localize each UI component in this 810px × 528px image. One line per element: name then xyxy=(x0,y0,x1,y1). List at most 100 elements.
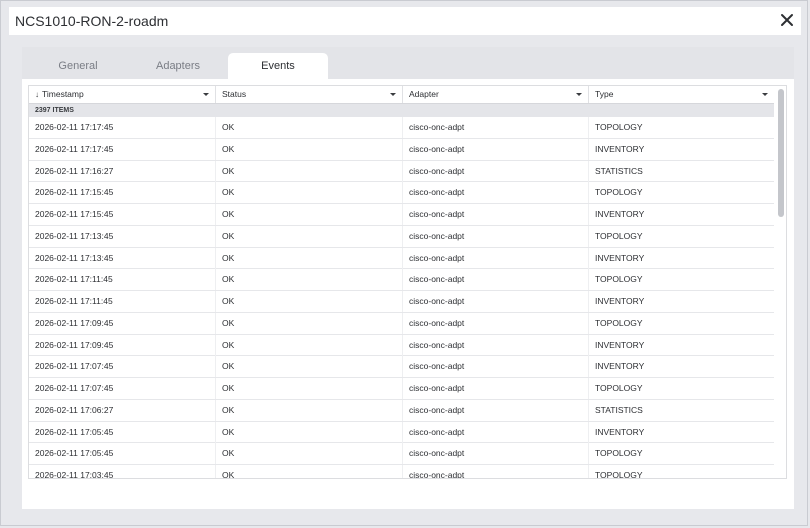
column-header-label: Type xyxy=(595,89,614,99)
adapter-cell: cisco-onc-adpt xyxy=(403,291,589,312)
table-row[interactable]: 2026-02-11 17:05:45 OK cisco-onc-adpt INVEN… xyxy=(29,421,774,444)
type-cell: INVENTORY xyxy=(595,361,645,372)
type-cell: TOPOLOGY xyxy=(595,274,643,285)
adapter-cell: cisco-onc-adpt xyxy=(403,443,589,465)
type-cell: TOPOLOGY xyxy=(595,448,643,459)
status-cell: OK xyxy=(216,291,403,312)
table-row[interactable]: 2026-02-11 17:15:45 OK cisco-onc-adpt INVEN… xyxy=(29,204,774,226)
type-cell: INVENTORY xyxy=(595,209,645,219)
timestamp-cell: 2026-02-11 17:03:45 xyxy=(29,465,216,478)
status-cell: OK xyxy=(216,443,403,465)
status-cell: OK xyxy=(216,269,403,291)
timestamp-cell: 2026-02-11 17:06:27 xyxy=(29,399,216,421)
status-cell: OK xyxy=(216,421,403,443)
adapter-cell: cisco-onc-adpt xyxy=(403,138,589,160)
dialog-content: General Adapters Events ↓ Timestamp Statu… xyxy=(22,47,794,509)
table-row[interactable]: 2026-02-11 17:03:45 OK cisco-onc-adpt TOPOL… xyxy=(29,465,774,478)
table-row[interactable]: 2026-02-11 17:07:45 OK cisco-onc-adpt TOPOL… xyxy=(29,378,774,400)
table-row[interactable]: 2026-02-11 17:16:27 OK cisco-onc-adpt STATI… xyxy=(29,160,774,183)
timestamp-cell: 2026-02-11 17:07:45 xyxy=(29,356,216,378)
table-row[interactable]: 2026-02-11 17:07:45 OK cisco-onc-adpt INVEN… xyxy=(29,356,774,378)
timestamp-cell: 2026-02-11 17:15:45 xyxy=(29,182,216,204)
table-row[interactable]: 2026-02-11 17:05:45 OK cisco-onc-adpt TOPOL… xyxy=(29,443,774,465)
timestamp-cell: 2026-02-11 17:16:27 xyxy=(29,160,216,182)
table-row[interactable]: 2026-02-11 17:13:45 OK cisco-onc-adpt INVEN… xyxy=(29,247,774,270)
adapter-cell: cisco-onc-adpt xyxy=(403,117,589,138)
tab-general[interactable]: General xyxy=(28,53,128,79)
type-cell: TOPOLOGY xyxy=(595,122,643,132)
table-row[interactable]: 2026-02-11 17:09:45 OK cisco-onc-adpt INVEN… xyxy=(29,334,774,357)
adapter-cell: cisco-onc-adpt xyxy=(403,421,589,443)
column-header-adapter[interactable]: Adapter xyxy=(403,86,589,103)
column-header-label: Status xyxy=(222,89,247,99)
adapter-cell: cisco-onc-adpt xyxy=(403,334,589,356)
status-cell: OK xyxy=(216,378,403,399)
timestamp-cell: 2026-02-11 17:17:45 xyxy=(29,117,216,138)
adapter-cell: cisco-onc-adpt xyxy=(403,356,589,378)
status-cell: OK xyxy=(216,182,403,204)
status-cell: OK xyxy=(216,247,403,269)
type-cell: INVENTORY xyxy=(595,426,645,437)
column-menu-icon[interactable] xyxy=(390,93,396,96)
table-row[interactable]: 2026-02-11 17:17:45 OK cisco-onc-adpt INVEN… xyxy=(29,138,774,161)
tab-strip: General Adapters Events xyxy=(22,47,794,79)
close-icon[interactable] xyxy=(778,11,796,29)
adapter-cell: cisco-onc-adpt xyxy=(403,160,589,182)
table-row[interactable]: 2026-02-11 17:09:45 OK cisco-onc-adpt TOPOL… xyxy=(29,312,774,335)
adapter-cell: cisco-onc-adpt xyxy=(403,465,589,478)
scrollbar-thumb[interactable] xyxy=(778,89,784,217)
dialog-title-bar: NCS1010-RON-2-roadm xyxy=(9,7,801,35)
table-row[interactable]: 2026-02-11 17:06:27 OK cisco-onc-adpt STATI… xyxy=(29,399,774,422)
table-row[interactable]: 2026-02-11 17:11:45 OK cisco-onc-adpt INVEN… xyxy=(29,291,774,313)
type-cell: STATISTICS xyxy=(595,404,643,415)
type-cell: INVENTORY xyxy=(595,252,645,263)
column-header-label: Timestamp xyxy=(42,89,84,99)
column-header-type[interactable]: Type xyxy=(589,86,774,103)
status-cell: OK xyxy=(216,356,403,378)
column-menu-icon[interactable] xyxy=(576,93,582,96)
timestamp-cell: 2026-02-11 17:09:45 xyxy=(29,334,216,356)
status-cell: OK xyxy=(216,465,403,478)
column-header-status[interactable]: Status xyxy=(216,86,403,103)
timestamp-cell: 2026-02-11 17:07:45 xyxy=(29,378,216,399)
timestamp-cell: 2026-02-11 17:11:45 xyxy=(29,291,216,312)
type-cell: TOPOLOGY xyxy=(595,317,643,328)
adapter-cell: cisco-onc-adpt xyxy=(403,399,589,421)
tab-adapters[interactable]: Adapters xyxy=(128,53,228,79)
adapter-cell: cisco-onc-adpt xyxy=(403,378,589,399)
timestamp-cell: 2026-02-11 17:09:45 xyxy=(29,312,216,334)
vertical-scrollbar[interactable] xyxy=(776,86,786,478)
type-cell: TOPOLOGY xyxy=(595,383,643,393)
events-table: ↓ Timestamp Status Adapter Type 2397 ITEM… xyxy=(28,85,787,479)
adapter-cell: cisco-onc-adpt xyxy=(403,247,589,269)
adapter-cell: cisco-onc-adpt xyxy=(403,204,589,225)
dialog-title: NCS1010-RON-2-roadm xyxy=(15,13,169,29)
adapter-cell: cisco-onc-adpt xyxy=(403,225,589,247)
timestamp-cell: 2026-02-11 17:17:45 xyxy=(29,138,216,160)
column-menu-icon[interactable] xyxy=(203,93,209,96)
sort-descending-icon: ↓ xyxy=(35,90,39,99)
type-cell: TOPOLOGY xyxy=(595,187,643,198)
timestamp-cell: 2026-02-11 17:13:45 xyxy=(29,247,216,269)
column-menu-icon[interactable] xyxy=(762,93,768,96)
items-count-bar: 2397 ITEMS xyxy=(29,104,774,117)
status-cell: OK xyxy=(216,334,403,356)
type-cell: STATISTICS xyxy=(595,165,643,176)
table-row[interactable]: 2026-02-11 17:11:45 OK cisco-onc-adpt TOPOL… xyxy=(29,269,774,291)
table-row[interactable]: 2026-02-11 17:17:45 OK cisco-onc-adpt TOPOL… xyxy=(29,117,774,139)
timestamp-cell: 2026-02-11 17:13:45 xyxy=(29,225,216,247)
status-cell: OK xyxy=(216,312,403,334)
status-cell: OK xyxy=(216,204,403,225)
tab-events[interactable]: Events xyxy=(228,53,328,79)
status-cell: OK xyxy=(216,117,403,138)
device-dialog: NCS1010-RON-2-roadm General Adapters Eve… xyxy=(0,0,808,526)
table-body: 2026-02-11 17:17:45 OK cisco-onc-adpt TOPOL… xyxy=(29,117,774,478)
timestamp-cell: 2026-02-11 17:05:45 xyxy=(29,421,216,443)
column-header-label: Adapter xyxy=(409,89,439,99)
type-cell: INVENTORY xyxy=(595,339,645,350)
table-row[interactable]: 2026-02-11 17:13:45 OK cisco-onc-adpt TOPOL… xyxy=(29,225,774,248)
column-header-timestamp[interactable]: ↓ Timestamp xyxy=(29,86,216,103)
type-cell: INVENTORY xyxy=(595,296,645,306)
table-row[interactable]: 2026-02-11 17:15:45 OK cisco-onc-adpt TOPOL… xyxy=(29,182,774,204)
adapter-cell: cisco-onc-adpt xyxy=(403,269,589,291)
